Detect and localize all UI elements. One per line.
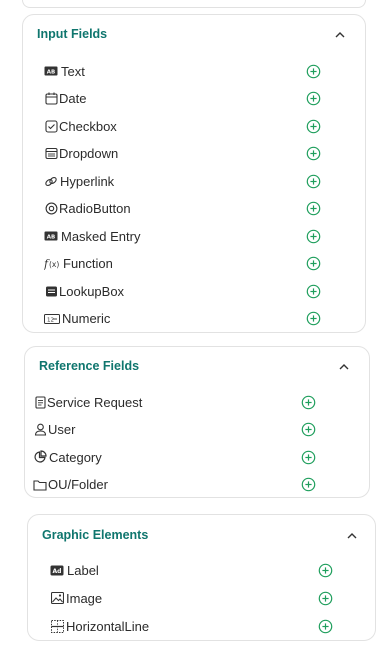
lookup-icon	[44, 284, 58, 298]
masked-entry-icon: AB	[44, 229, 58, 243]
field-item-lookupbox[interactable]: LookupBox	[23, 280, 365, 302]
radio-icon	[44, 202, 58, 216]
add-field-button[interactable]	[306, 119, 321, 134]
field-item-label: Function	[63, 256, 113, 271]
add-field-button[interactable]	[306, 284, 321, 299]
add-field-button[interactable]	[318, 591, 333, 606]
add-field-button[interactable]	[306, 229, 321, 244]
field-item-label: Checkbox	[59, 118, 117, 134]
field-item-label: Text	[61, 63, 85, 79]
field-item-label: User	[48, 422, 76, 437]
add-field-button[interactable]	[306, 146, 321, 161]
add-field-button[interactable]	[301, 450, 316, 465]
field-item-text[interactable]: AB Text	[23, 60, 365, 82]
input-fields-title: Input Fields	[37, 27, 108, 41]
image-icon	[50, 591, 64, 605]
svg-text:12: 12	[47, 317, 54, 323]
link-icon	[44, 174, 58, 188]
field-item-horizontal-line[interactable]: HorizontalLine	[28, 615, 375, 637]
field-item-function[interactable]: f (x) Function	[23, 253, 365, 275]
field-item-user[interactable]: User	[25, 419, 369, 441]
field-item-label-element[interactable]: Ad Label	[28, 559, 375, 581]
document-icon	[33, 395, 47, 409]
add-field-button[interactable]	[306, 201, 321, 216]
reference-fields-panel: Reference Fields Service Request User Ca…	[24, 346, 370, 498]
reference-fields-title: Reference Fields	[39, 359, 140, 373]
checkbox-icon	[44, 119, 58, 133]
add-field-button[interactable]	[306, 311, 321, 326]
field-item-label: Service Request	[47, 394, 143, 410]
input-fields-header[interactable]: Input Fields	[23, 15, 365, 53]
field-item-masked-entry[interactable]: AB Masked Entry	[23, 225, 365, 247]
function-icon: f (x)	[44, 257, 62, 271]
field-item-radiobutton[interactable]: RadioButton	[23, 198, 365, 220]
reference-fields-header[interactable]: Reference Fields	[25, 347, 369, 385]
add-field-button[interactable]	[306, 64, 321, 79]
field-item-date[interactable]: Date	[23, 88, 365, 110]
numeric-icon: 12	[44, 312, 60, 326]
user-icon	[33, 423, 47, 437]
field-item-label: Image	[66, 590, 103, 606]
field-item-numeric[interactable]: 12 Numeric	[23, 308, 365, 330]
dropdown-icon	[44, 147, 58, 161]
field-item-hyperlink[interactable]: Hyperlink	[23, 170, 365, 192]
field-item-image[interactable]: Image	[28, 587, 375, 609]
field-item-label: Hyperlink	[60, 173, 115, 189]
add-field-button[interactable]	[318, 619, 333, 634]
add-field-button[interactable]	[301, 477, 316, 492]
svg-text:AB: AB	[47, 234, 55, 240]
calendar-icon	[44, 92, 58, 106]
graphic-elements-panel: Graphic Elements Ad Label Image Horizont…	[27, 514, 376, 641]
graphic-elements-header[interactable]: Graphic Elements	[28, 515, 375, 555]
graphic-elements-title: Graphic Elements	[42, 528, 149, 542]
horizontal-line-icon	[50, 619, 64, 633]
field-item-service-request[interactable]: Service Request	[25, 391, 369, 413]
field-item-label: Label	[67, 562, 99, 578]
add-field-button[interactable]	[318, 563, 333, 578]
field-item-ou-folder[interactable]: OU/Folder	[25, 474, 369, 496]
label-icon: Ad	[50, 563, 64, 577]
chevron-up-icon[interactable]	[335, 357, 353, 375]
field-item-label: RadioButton	[59, 201, 131, 216]
chevron-up-icon[interactable]	[343, 526, 361, 544]
field-item-label: Category	[49, 449, 102, 465]
add-field-button[interactable]	[301, 422, 316, 437]
folder-icon	[33, 478, 47, 492]
svg-text:AB: AB	[47, 69, 55, 75]
field-item-label: Dropdown	[59, 146, 119, 161]
input-fields-panel: Input Fields AB Text Date Checkbox Dropd…	[22, 14, 366, 333]
chevron-up-icon[interactable]	[331, 25, 349, 43]
add-field-button[interactable]	[306, 91, 321, 106]
field-item-label: Masked Entry	[61, 228, 141, 244]
field-item-dropdown[interactable]: Dropdown	[23, 143, 365, 165]
add-field-button[interactable]	[306, 256, 321, 271]
field-item-label: LookupBox	[59, 283, 125, 299]
svg-text:(x): (x)	[49, 260, 59, 269]
svg-text:Ad: Ad	[53, 567, 62, 574]
field-item-label: HorizontalLine	[66, 618, 150, 634]
field-item-checkbox[interactable]: Checkbox	[23, 115, 365, 137]
field-item-label: Numeric	[62, 311, 111, 326]
text-field-icon: AB	[44, 64, 58, 78]
field-item-label: OU/Folder	[48, 477, 108, 492]
add-field-button[interactable]	[301, 395, 316, 410]
field-item-category[interactable]: Category	[25, 446, 369, 468]
category-icon	[33, 450, 47, 464]
previous-panel-edge	[22, 0, 366, 8]
field-item-label: Date	[59, 91, 87, 106]
add-field-button[interactable]	[306, 174, 321, 189]
